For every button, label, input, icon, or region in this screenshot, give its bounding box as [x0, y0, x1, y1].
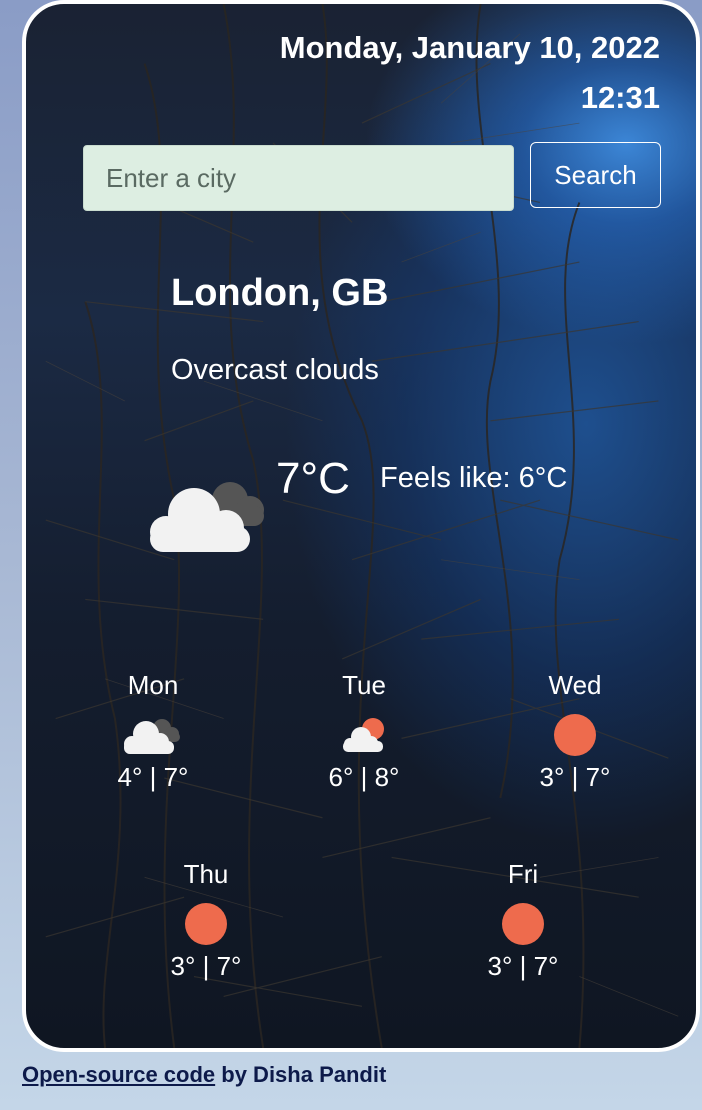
sun-icon: [453, 899, 593, 949]
forecast-day-name: Thu: [183, 859, 229, 889]
forecast-day-name: Wed: [548, 670, 602, 700]
forecast-day-name: Fri: [507, 859, 539, 889]
search-button[interactable]: Search: [530, 142, 661, 208]
current-temperature: 7°C: [276, 454, 350, 503]
sun-icon: [136, 899, 276, 949]
partly-cloudy-icon: [294, 710, 434, 760]
forecast-temps: 3° | 7°: [487, 951, 559, 981]
overcast-clouds-icon: [83, 710, 223, 760]
sun-icon: [505, 710, 645, 760]
date-time: Monday, January 10, 2022 12:31: [280, 30, 660, 116]
forecast-day-thu: Thu 3° | 7°: [136, 859, 276, 981]
forecast-day-fri: Fri 3° | 7°: [453, 859, 593, 981]
footer-credit: Open-source code by Disha Pandit: [22, 1062, 386, 1088]
current-date: Monday, January 10, 2022: [279, 30, 660, 65]
forecast-temps: 3° | 7°: [539, 762, 611, 792]
forecast-temps: 4° | 7°: [117, 762, 189, 792]
author-credit: by Disha Pandit: [215, 1062, 387, 1087]
forecast-day-tue: Tue 6° | 8°: [294, 670, 434, 792]
weather-card: Monday, January 10, 2022 12:31 Search Lo…: [22, 0, 700, 1052]
forecast-temps: 3° | 7°: [170, 951, 242, 981]
open-source-link[interactable]: Open-source code: [22, 1062, 215, 1087]
forecast-day-name: Tue: [342, 670, 386, 700]
feels-like-temperature: Feels like: 6°C: [380, 462, 568, 494]
city-name: London, GB: [171, 272, 389, 314]
current-time: 12:31: [580, 80, 660, 115]
forecast-day-wed: Wed 3° | 7°: [505, 670, 645, 792]
city-search-input[interactable]: [83, 145, 514, 211]
forecast-day-mon: Mon 4° | 7°: [83, 670, 223, 792]
forecast-temps: 6° | 8°: [328, 762, 400, 792]
forecast-day-name: Mon: [127, 670, 179, 700]
overcast-clouds-icon: [144, 470, 276, 565]
weather-description: Overcast clouds: [171, 354, 379, 386]
